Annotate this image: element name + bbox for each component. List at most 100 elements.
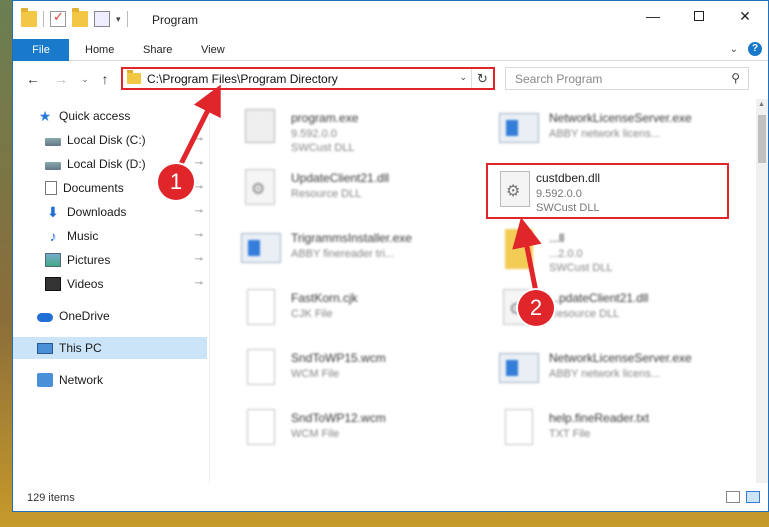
- navigation-bar: ← → ⌄ ↑ C:\Program Files\Program Directo…: [13, 63, 768, 95]
- sidebar-item-local-disk-c[interactable]: Local Disk (C:) ⊸: [13, 129, 207, 151]
- file-item[interactable]: TrigrammsInstaller.exe ABBY finereader t…: [233, 223, 473, 281]
- app-icon: [499, 353, 539, 383]
- search-placeholder: Search Program: [515, 72, 603, 86]
- dll-icon: [245, 169, 275, 205]
- file-name: NetworkLicenseServer.exe: [549, 111, 692, 125]
- search-icon[interactable]: ⚲: [731, 71, 740, 85]
- callout-badge: 2: [518, 290, 554, 326]
- pane-divider[interactable]: [209, 99, 210, 483]
- scroll-up-icon[interactable]: ▲: [758, 101, 765, 108]
- forward-button[interactable]: →: [51, 69, 71, 89]
- maximize-icon: [694, 11, 704, 21]
- network-icon: [37, 373, 53, 387]
- app-icon: [241, 233, 281, 263]
- toolbar-separator: [126, 11, 128, 27]
- toolbar-separator: [43, 11, 44, 27]
- search-input[interactable]: Search Program ⚲: [505, 67, 749, 90]
- window-title: Program: [152, 13, 199, 27]
- back-button[interactable]: ←: [23, 69, 43, 89]
- minimize-button[interactable]: —: [630, 1, 676, 31]
- file-item[interactable]: UpdateClient21.dll Resource DLL: [233, 163, 473, 221]
- tab-view[interactable]: View: [189, 39, 237, 61]
- tiles-view-icon[interactable]: [746, 491, 760, 503]
- file-item[interactable]: SndToWP12.wcm WCM File: [233, 403, 473, 459]
- pin-icon[interactable]: ⊸: [195, 158, 203, 169]
- file-item[interactable]: NetworkLicenseServer.exe ABBY network li…: [491, 343, 731, 401]
- file-meta: SWCust DLL: [536, 202, 600, 214]
- file-item[interactable]: NetworkLicenseServer.exe ABBY network li…: [491, 103, 731, 161]
- sidebar-item-quick-access[interactable]: ★ Quick access: [13, 105, 207, 127]
- item-count: 129 items: [27, 492, 75, 504]
- file-meta: ...2.0.0: [549, 248, 583, 260]
- file-item[interactable]: FastKorn.cjk CJK File: [233, 283, 473, 341]
- app-icon: [499, 113, 539, 143]
- file-meta: 9.592.0.0: [291, 128, 337, 140]
- scrollbar-thumb[interactable]: [758, 115, 766, 163]
- sidebar-item-network[interactable]: Network: [13, 369, 207, 391]
- address-bar[interactable]: C:\Program Files\Program Directory ⌄ ↻: [121, 67, 495, 90]
- address-path[interactable]: C:\Program Files\Program Directory: [147, 72, 338, 86]
- sidebar-item-label: Pictures: [67, 253, 111, 267]
- pin-icon[interactable]: ⊸: [195, 134, 203, 145]
- file-meta: SWCust DLL: [291, 142, 355, 154]
- cloud-icon: [37, 313, 53, 322]
- pin-icon[interactable]: ⊸: [195, 278, 203, 289]
- sidebar-item-onedrive[interactable]: OneDrive: [13, 305, 207, 327]
- file-meta: WCM File: [291, 368, 340, 380]
- properties-check-icon[interactable]: [50, 9, 66, 27]
- sidebar-item-music[interactable]: ♪ Music ⊸: [13, 225, 207, 247]
- pin-icon[interactable]: ⊸: [195, 182, 203, 193]
- file-name: custdben.dll: [536, 171, 601, 185]
- new-folder-icon[interactable]: [72, 8, 88, 27]
- file-name: SndToWP12.wcm: [291, 411, 386, 425]
- up-button[interactable]: ↑: [95, 69, 115, 89]
- address-dropdown-icon[interactable]: ⌄: [459, 72, 467, 83]
- close-button[interactable]: ✕: [722, 1, 768, 31]
- help-icon[interactable]: ?: [748, 42, 762, 56]
- sidebar-item-label: Quick access: [59, 109, 131, 123]
- exe-icon: [245, 109, 275, 143]
- navigation-pane: ★ Quick access Local Disk (C:) ⊸ Local D…: [13, 99, 209, 483]
- file-item[interactable]: help.fineReader.txt TXT File: [491, 403, 731, 459]
- file-item[interactable]: program.exe 9.592.0.0 SWCust DLL: [233, 103, 473, 161]
- recent-locations-icon[interactable]: ⌄: [75, 69, 95, 89]
- pin-icon[interactable]: ⊸: [195, 230, 203, 241]
- sidebar-item-pictures[interactable]: Pictures ⊸: [13, 249, 207, 271]
- file-list: program.exe 9.592.0.0 SWCust DLL Network…: [219, 99, 745, 459]
- file-item[interactable]: ...ll ...2.0.0 SWCust DLL: [491, 223, 731, 281]
- maximize-button[interactable]: [676, 1, 722, 31]
- qat-dropdown-icon[interactable]: ▾: [116, 14, 121, 25]
- file-meta: SWCust DLL: [549, 262, 613, 274]
- tab-share[interactable]: Share: [131, 39, 184, 61]
- file-meta: WCM File: [291, 428, 340, 440]
- file-name: TrigrammsInstaller.exe: [291, 231, 412, 245]
- dll-icon: [500, 171, 530, 207]
- documents-icon: [45, 181, 57, 195]
- refresh-button[interactable]: ↻: [471, 69, 493, 88]
- tab-file[interactable]: File: [13, 39, 69, 61]
- tab-home[interactable]: Home: [73, 39, 126, 61]
- file-name: FastKorn.cjk: [291, 291, 358, 305]
- file-name: ...ll: [549, 231, 565, 245]
- customize-icon[interactable]: [94, 11, 110, 27]
- file-item[interactable]: SndToWP15.wcm WCM File: [233, 343, 473, 401]
- file-meta: ABBY network licens...: [549, 128, 661, 140]
- pin-icon[interactable]: ⊸: [195, 254, 203, 265]
- sidebar-item-downloads[interactable]: ⬇ Downloads ⊸: [13, 201, 207, 223]
- file-name: ...pdateClient21.dll: [549, 291, 649, 305]
- vertical-scrollbar[interactable]: ▲: [756, 99, 768, 483]
- sidebar-item-label: Videos: [67, 277, 104, 291]
- sidebar-item-videos[interactable]: Videos ⊸: [13, 273, 207, 295]
- file-item-selected[interactable]: custdben.dll 9.592.0.0 SWCust DLL: [486, 163, 729, 219]
- pc-icon: [37, 342, 53, 354]
- music-icon: ♪: [49, 228, 57, 244]
- file-meta: ABBY finereader tri...: [291, 248, 395, 260]
- pin-icon[interactable]: ⊸: [195, 206, 203, 217]
- ribbon-controls: ⌄ ?: [730, 42, 762, 56]
- file-name: SndToWP15.wcm: [291, 351, 386, 365]
- expand-ribbon-icon[interactable]: ⌄: [730, 44, 738, 55]
- ribbon: File Home Share View ⌄ ?: [13, 39, 768, 61]
- file-meta: ABBY network licens...: [549, 368, 661, 380]
- sidebar-item-this-pc[interactable]: This PC: [13, 337, 207, 359]
- details-view-icon[interactable]: [726, 491, 740, 503]
